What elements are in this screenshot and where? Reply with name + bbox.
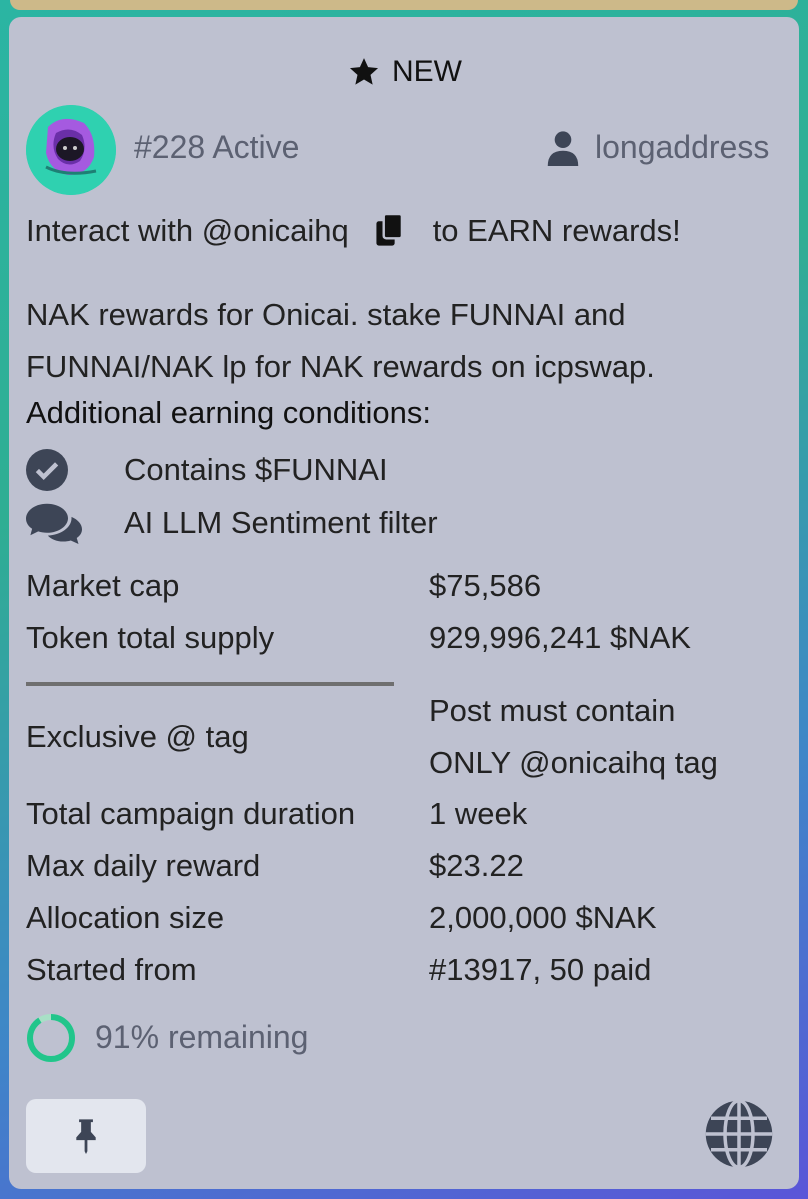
remaining-label: 91% remaining xyxy=(95,1019,309,1055)
stat-value: 1 week xyxy=(429,796,528,831)
comments-icon xyxy=(26,503,82,544)
username-link[interactable]: longaddress xyxy=(595,129,769,166)
check-circle-icon xyxy=(26,449,68,491)
campaign-description: NAK rewards for Onicai. stake FUNNAI and… xyxy=(26,289,746,393)
avatar-image xyxy=(26,105,116,195)
avatar[interactable] xyxy=(26,105,116,195)
star-icon xyxy=(349,58,379,85)
stat-value: 929,996,241 $NAK xyxy=(429,620,691,655)
user-icon xyxy=(547,131,579,166)
description-line: NAK rewards for Onicai. stake FUNNAI and xyxy=(26,297,626,332)
progress-ring xyxy=(27,1014,75,1062)
stat-value: $75,586 xyxy=(429,568,542,603)
condition-item: AI LLM Sentiment filter xyxy=(26,501,438,545)
condition-item: Contains $FUNNAI xyxy=(26,449,388,491)
stat-label: Token total supply xyxy=(26,620,275,655)
previous-card-edge xyxy=(10,0,798,10)
stat-value: Post must contain xyxy=(429,693,676,728)
globe-icon[interactable] xyxy=(704,1099,774,1169)
stat-label: Max daily reward xyxy=(26,848,261,883)
interact-prefix: Interact with @onicaihq xyxy=(26,213,349,248)
stat-label: Allocation size xyxy=(26,900,225,935)
pin-icon xyxy=(76,1119,96,1154)
pin-button[interactable] xyxy=(26,1099,146,1173)
new-badge: NEW xyxy=(9,55,799,89)
progress-ring-fill xyxy=(27,1014,75,1062)
stat-value: $23.22 xyxy=(429,848,524,883)
stat-value: ONLY @onicaihq tag xyxy=(429,745,718,780)
copy-icon[interactable] xyxy=(376,214,406,248)
stat-value: #13917, 50 paid xyxy=(429,952,652,987)
stat-label: Exclusive @ tag xyxy=(26,719,249,754)
divider xyxy=(26,682,394,686)
conditions-title: Additional earning conditions: xyxy=(26,395,431,430)
interact-line: Interact with @onicaihq to EARN rewards! xyxy=(26,213,681,249)
stat-label: Started from xyxy=(26,952,197,987)
stat-label: Total campaign duration xyxy=(26,796,356,831)
description-line: FUNNAI/NAK lp for NAK rewards on icpswap… xyxy=(26,349,655,384)
new-label: NEW xyxy=(392,55,462,88)
condition-label: AI LLM Sentiment filter xyxy=(124,505,438,540)
stat-label: Market cap xyxy=(26,568,180,603)
condition-label: Contains $FUNNAI xyxy=(124,452,388,487)
stat-value: 2,000,000 $NAK xyxy=(429,900,657,935)
campaign-card: NEW #228 Active longaddress Interact wit… xyxy=(9,17,799,1189)
campaign-id-status: #228 Active xyxy=(134,129,300,165)
interact-suffix: to EARN rewards! xyxy=(432,213,681,248)
